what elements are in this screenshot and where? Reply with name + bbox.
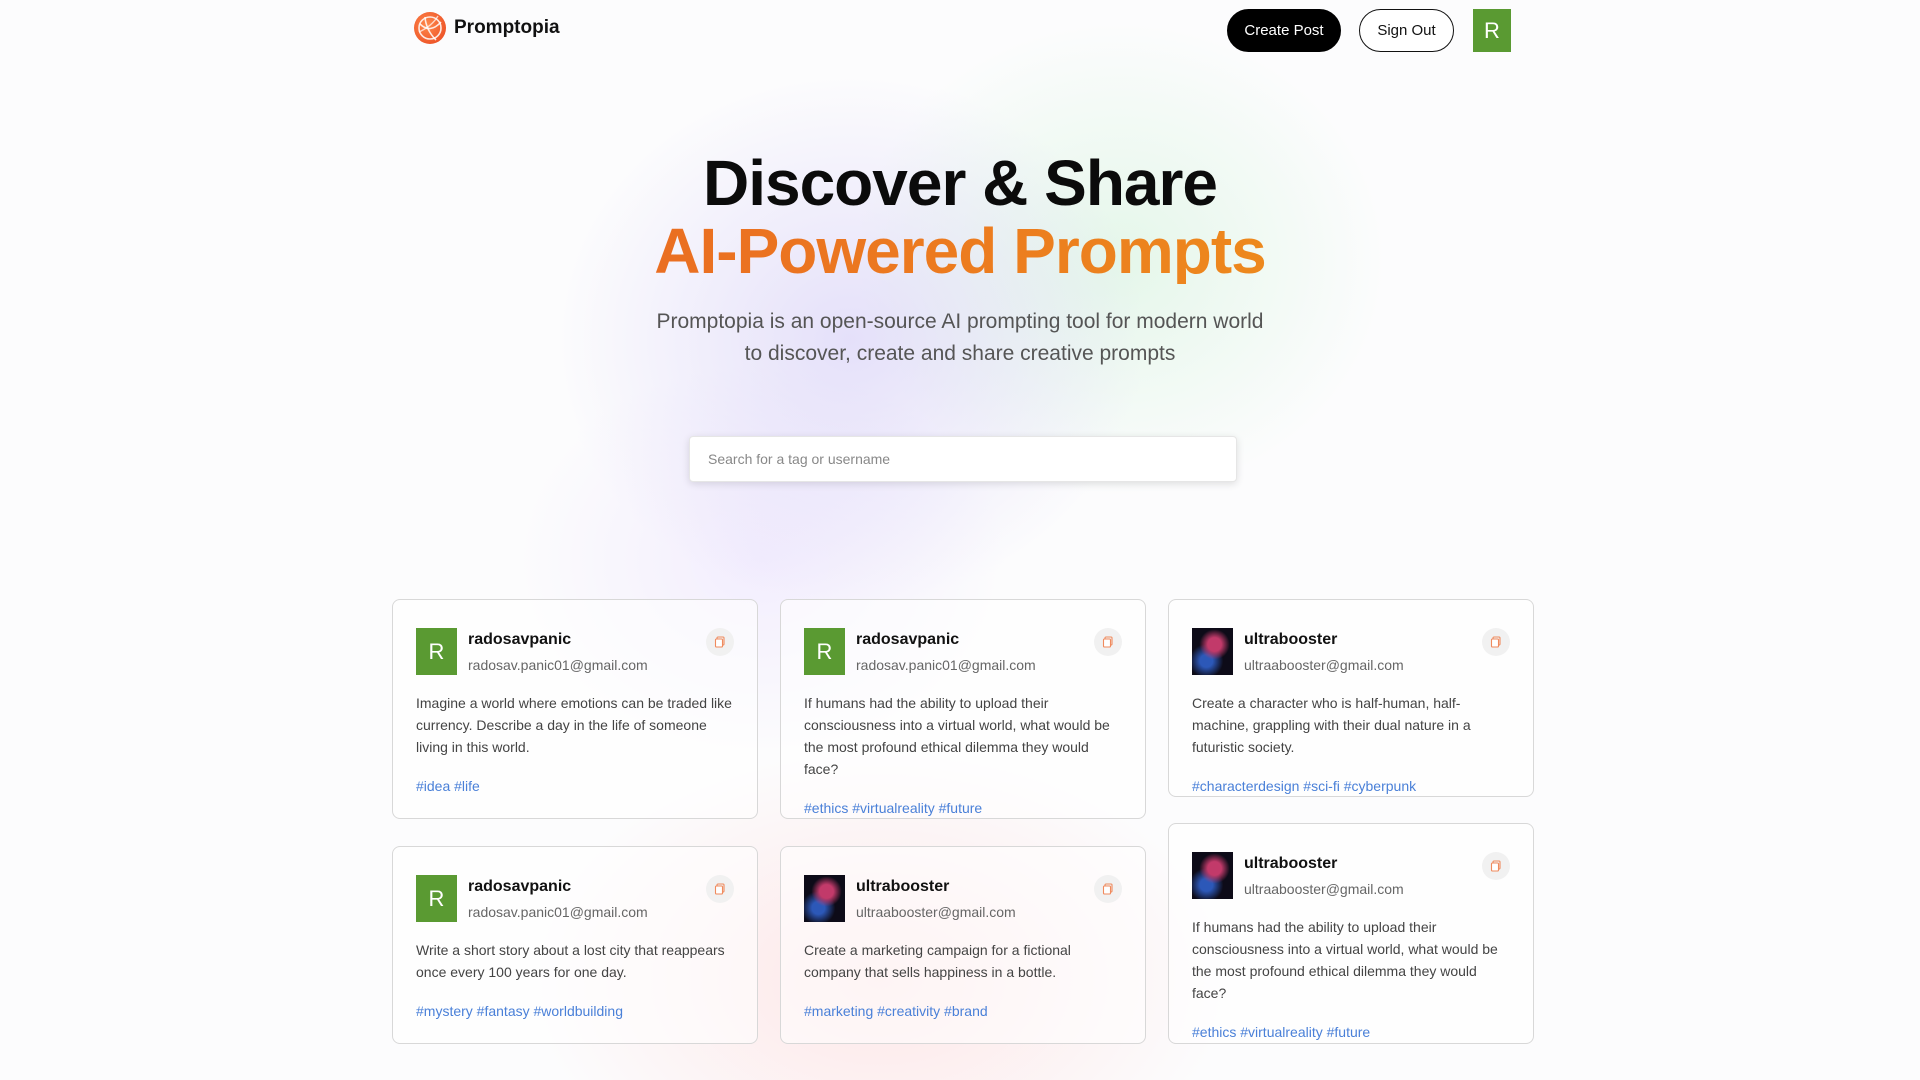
prompt-tags[interactable]: #ethics #virtualreality #future	[1192, 1022, 1510, 1042]
top-nav: Promptopia Create Post Sign Out R	[0, 0, 1920, 60]
copy-icon	[1490, 636, 1501, 648]
prompt-tags[interactable]: #characterdesign #sci-fi #cyberpunk	[1192, 776, 1510, 796]
prompt-text: Write a short story about a lost city th…	[416, 942, 725, 980]
copy-button[interactable]	[1482, 628, 1510, 656]
card-username[interactable]: ultrabooster	[1244, 854, 1404, 874]
user-avatar[interactable]	[1192, 852, 1233, 899]
card-email: ultraabooster@gmail.com	[1244, 881, 1404, 897]
card-email: radosav.panic01@gmail.com	[468, 657, 648, 673]
brand-logo-link[interactable]: Promptopia	[414, 12, 560, 44]
card-username[interactable]: radosavpanic	[468, 630, 648, 650]
prompt-card: ultrabooster ultraabooster@gmail.com Cre…	[1168, 599, 1534, 797]
copy-button[interactable]	[1094, 628, 1122, 656]
card-username[interactable]: ultrabooster	[856, 877, 1016, 897]
sign-out-button[interactable]: Sign Out	[1359, 9, 1454, 52]
hero-description: Promptopia is an open-source AI promptin…	[656, 310, 1264, 365]
prompt-card: ultrabooster ultraabooster@gmail.com If …	[1168, 823, 1534, 1044]
prompt-text: Create a character who is half-human, ha…	[1192, 695, 1471, 755]
copy-button[interactable]	[1094, 875, 1122, 903]
prompt-text: If humans had the ability to upload thei…	[804, 695, 1110, 777]
prompt-card: R radosavpanic radosav.panic01@gmail.com…	[780, 599, 1146, 819]
user-avatar[interactable]: R	[416, 628, 457, 675]
prompt-text: Create a marketing campaign for a fictio…	[804, 942, 1071, 980]
create-post-button[interactable]: Create Post	[1227, 9, 1341, 52]
prompt-tags[interactable]: #idea #life	[416, 776, 734, 796]
hero-section: Discover & Share AI-Powered Prompts Prom…	[0, 148, 1920, 370]
copy-button[interactable]	[706, 628, 734, 656]
card-email: radosav.panic01@gmail.com	[856, 657, 1036, 673]
hero-title-gradient: AI-Powered Prompts	[0, 218, 1920, 284]
prompt-text: Imagine a world where emotions can be tr…	[416, 695, 732, 755]
card-email: ultraabooster@gmail.com	[1244, 657, 1404, 673]
card-email: ultraabooster@gmail.com	[856, 904, 1016, 920]
search-input[interactable]	[689, 436, 1237, 482]
card-username[interactable]: radosavpanic	[468, 877, 648, 897]
profile-avatar[interactable]: R	[1473, 9, 1511, 52]
card-email: radosav.panic01@gmail.com	[468, 904, 648, 920]
card-username[interactable]: ultrabooster	[1244, 630, 1404, 650]
user-avatar[interactable]	[1192, 628, 1233, 675]
copy-icon	[714, 636, 725, 648]
brand-name: Promptopia	[454, 17, 560, 38]
copy-button[interactable]	[706, 875, 734, 903]
prompt-card: R radosavpanic radosav.panic01@gmail.com…	[392, 846, 758, 1044]
prompt-tags[interactable]: #ethics #virtualreality #future	[804, 798, 1122, 818]
prompt-card: R radosavpanic radosav.panic01@gmail.com…	[392, 599, 758, 819]
copy-icon	[1490, 860, 1501, 872]
user-avatar[interactable]	[804, 875, 845, 922]
hero-title: Discover & Share	[702, 147, 1218, 219]
copy-icon	[1102, 883, 1113, 895]
prompt-tags[interactable]: #mystery #fantasy #worldbuilding	[416, 1001, 734, 1021]
prompt-card: ultrabooster ultraabooster@gmail.com Cre…	[780, 846, 1146, 1044]
copy-icon	[1102, 636, 1113, 648]
copy-button[interactable]	[1482, 852, 1510, 880]
prompt-text: If humans had the ability to upload thei…	[1192, 919, 1498, 1001]
card-username[interactable]: radosavpanic	[856, 630, 1036, 650]
promptopia-logo-icon	[414, 12, 446, 44]
prompt-tags[interactable]: #marketing #creativity #brand	[804, 1001, 1122, 1021]
copy-icon	[714, 883, 725, 895]
user-avatar[interactable]: R	[804, 628, 845, 675]
user-avatar[interactable]: R	[416, 875, 457, 922]
